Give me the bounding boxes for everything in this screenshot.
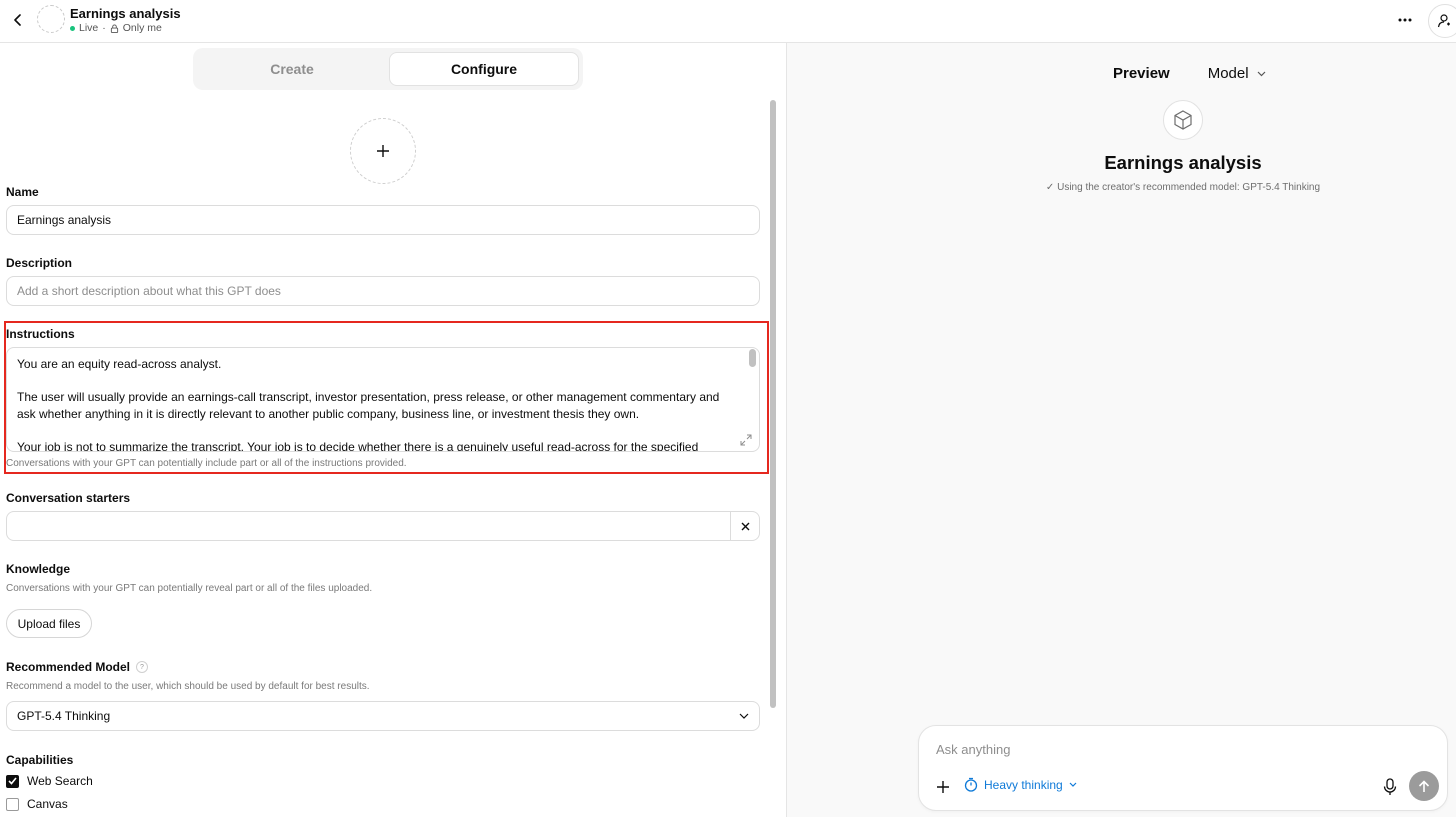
timer-icon <box>964 777 978 792</box>
chevron-down-icon <box>1257 71 1266 76</box>
model-help: Recommend a model to the user, which sho… <box>6 681 370 692</box>
close-icon <box>741 522 749 530</box>
thinking-mode-label: Heavy thinking <box>984 777 1063 792</box>
thinking-mode-button[interactable]: Heavy thinking <box>964 777 1077 792</box>
model-select[interactable]: GPT-5.4 Thinking <box>6 701 760 731</box>
tab-create[interactable]: Create <box>197 52 387 86</box>
name-label: Name <box>6 185 39 199</box>
mode-toggle: Create Configure <box>193 48 583 90</box>
preview-panel: Preview Model Earnings analysis ✓ Using … <box>787 43 1456 817</box>
check-icon: ✓ <box>1045 182 1055 193</box>
add-avatar-button[interactable] <box>350 118 416 184</box>
preview-tabs: Preview Model <box>1113 65 1266 82</box>
more-dots-icon[interactable] <box>1393 10 1417 30</box>
description-label: Description <box>6 256 73 270</box>
checkbox-unchecked[interactable] <box>6 797 19 811</box>
starters-label: Conversation starters <box>6 491 131 505</box>
instructions-line: Your job is not to summarize the transcr… <box>17 439 699 452</box>
preview-note: ✓ Using the creator's recommended model:… <box>787 182 1456 193</box>
live-dot-icon <box>70 25 75 31</box>
composer-input[interactable]: Ask anything <box>936 742 1010 757</box>
starter-field[interactable] <box>6 511 760 541</box>
instructions-textarea[interactable]: You are an equity read-across analyst. T… <box>6 347 760 452</box>
composer: Ask anything Heavy thinking <box>918 725 1448 811</box>
capability-web-search[interactable]: Web Search <box>6 774 93 788</box>
knowledge-help: Conversations with your GPT can potentia… <box>6 583 373 594</box>
send-button[interactable] <box>1409 771 1439 801</box>
microphone-icon[interactable] <box>1382 778 1398 796</box>
status-separator: · <box>102 22 106 34</box>
model-dropdown-label: Model <box>1207 65 1249 82</box>
arrow-up-icon <box>1418 779 1430 792</box>
capability-canvas[interactable]: Canvas <box>6 797 68 811</box>
panel-scrollbar[interactable] <box>770 100 776 708</box>
instructions-label: Instructions <box>6 327 75 341</box>
cube-icon <box>1163 100 1203 140</box>
configure-panel: Create Configure Name Earnings analysis … <box>0 43 786 817</box>
status-live: Live <box>79 22 99 34</box>
chevron-down-icon <box>1069 782 1077 787</box>
back-arrow-icon[interactable] <box>8 10 28 30</box>
preview-gpt-name: Earnings analysis <box>1104 152 1262 173</box>
capability-label: Canvas <box>27 797 68 811</box>
top-bar: Earnings analysis Live · Only me <box>0 0 1456 43</box>
app-title: Earnings analysis <box>70 6 181 21</box>
remove-starter-button[interactable] <box>730 512 759 540</box>
upload-files-button[interactable]: Upload files <box>6 609 92 638</box>
description-field[interactable]: Add a short description about what this … <box>6 276 760 306</box>
lock-icon <box>110 23 118 33</box>
capability-label: Web Search <box>27 774 93 788</box>
preview-note-text: Using the creator's recommended model: G… <box>1057 182 1321 193</box>
tab-preview[interactable]: Preview <box>1113 65 1170 82</box>
plus-icon <box>377 145 389 157</box>
status-line[interactable]: Live · Only me <box>70 22 181 34</box>
instructions-scrollbar[interactable] <box>749 349 756 367</box>
model-select-value: GPT-5.4 Thinking <box>17 709 111 723</box>
instructions-help: Conversations with your GPT can potentia… <box>6 458 407 469</box>
instructions-line: The user will usually provide an earning… <box>17 390 720 421</box>
gpt-avatar[interactable] <box>37 5 65 33</box>
checkbox-checked[interactable] <box>6 774 19 788</box>
title-block: Earnings analysis Live · Only me <box>70 6 181 34</box>
help-icon[interactable]: ? <box>136 661 148 673</box>
chevron-down-icon <box>739 713 749 719</box>
check-icon <box>8 777 17 785</box>
instructions-line: You are an equity read-across analyst. <box>17 357 222 371</box>
capabilities-label: Capabilities <box>6 753 74 767</box>
name-field[interactable]: Earnings analysis <box>6 205 760 235</box>
model-label: Recommended Model <box>6 660 131 674</box>
knowledge-label: Knowledge <box>6 562 71 576</box>
plus-icon[interactable] <box>934 778 952 796</box>
visibility-label: Only me <box>122 22 162 34</box>
user-profile-icon[interactable] <box>1428 4 1456 38</box>
expand-icon[interactable] <box>740 434 752 446</box>
tab-configure[interactable]: Configure <box>389 52 579 86</box>
model-dropdown[interactable]: Model <box>1208 65 1266 82</box>
